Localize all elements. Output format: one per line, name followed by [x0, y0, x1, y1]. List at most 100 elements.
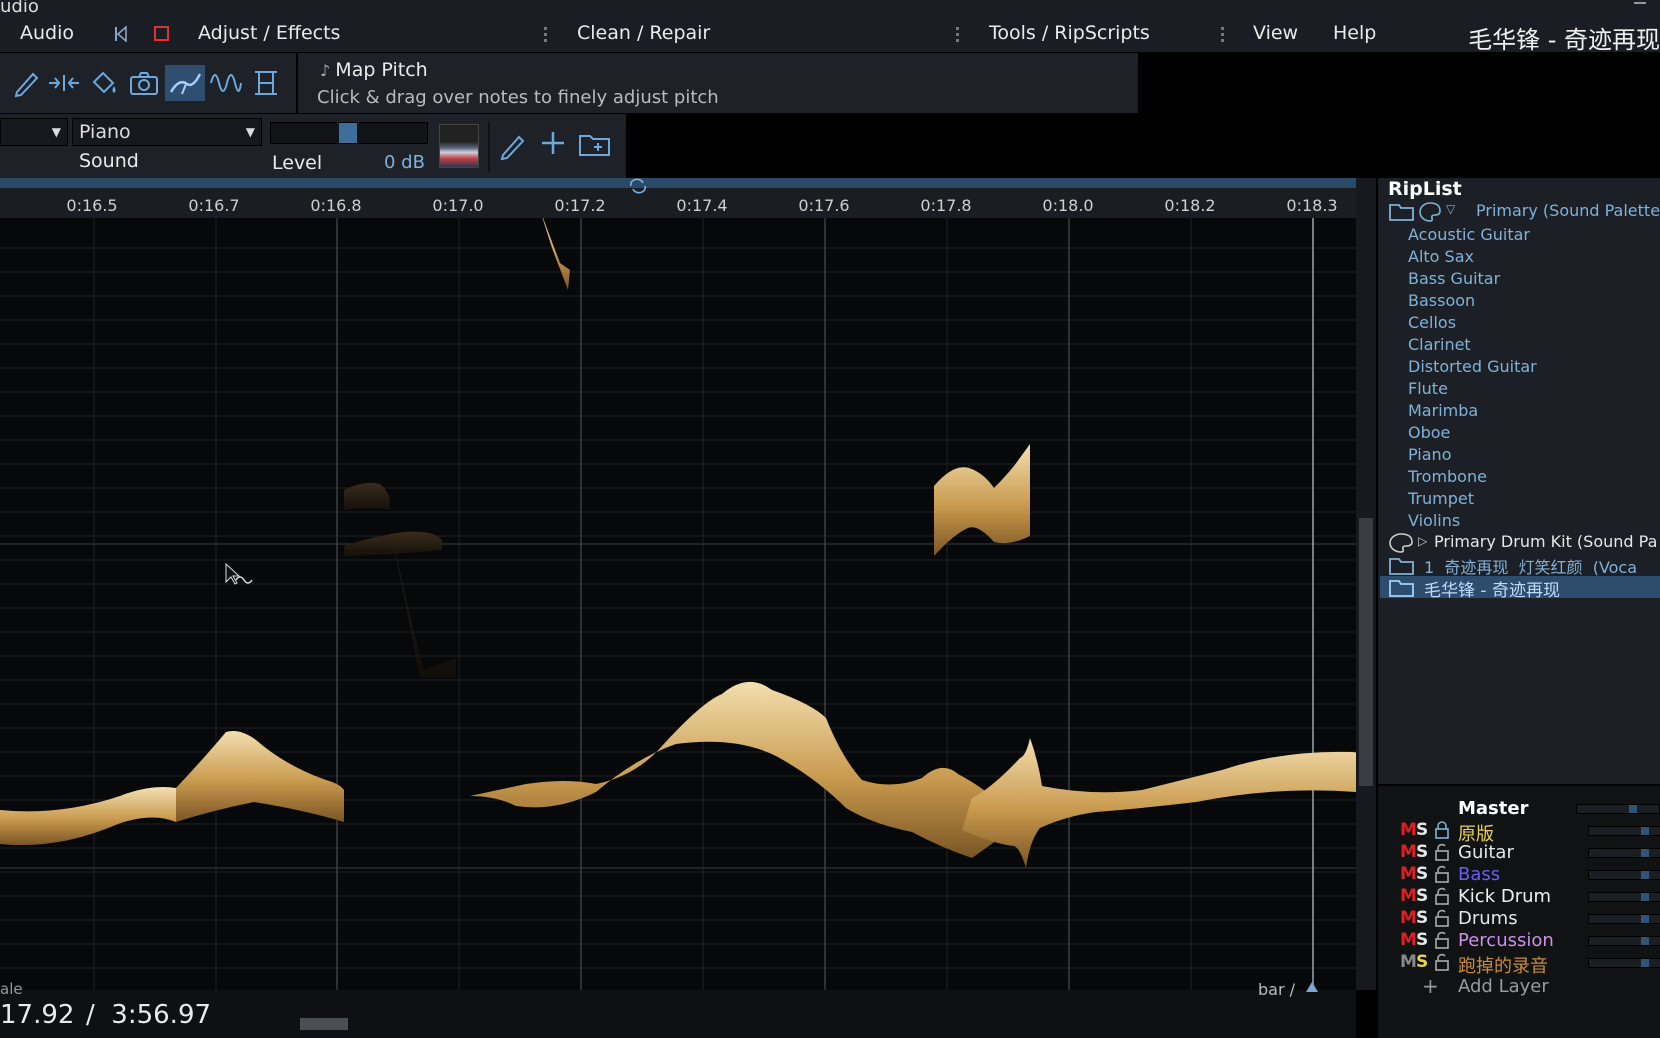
- folder-add-icon[interactable]: [578, 130, 612, 162]
- add-layer-icon[interactable]: +: [1422, 974, 1439, 998]
- add-icon[interactable]: [540, 130, 566, 160]
- unlock-icon[interactable]: [1434, 909, 1450, 931]
- collapse-icon[interactable]: ▽: [1446, 202, 1455, 216]
- mute-button[interactable]: M: [1400, 886, 1417, 906]
- level-label: Level: [272, 152, 323, 174]
- unlock-icon[interactable]: [1434, 843, 1450, 865]
- mute-button[interactable]: M: [1400, 930, 1417, 950]
- unlock-icon[interactable]: [1434, 887, 1450, 909]
- primary-sound-palette[interactable]: Primary (Sound Palette: [1476, 201, 1660, 220]
- tick-label: 0:16.5: [66, 196, 118, 215]
- vertical-scrollbar[interactable]: [1356, 178, 1376, 990]
- expand-icon[interactable]: ▷: [1418, 534, 1427, 548]
- menu-adjust-effects[interactable]: Adjust / Effects: [198, 22, 340, 44]
- layer-meter: [1588, 848, 1660, 858]
- layer-name[interactable]: Kick Drum: [1458, 886, 1551, 907]
- list-item[interactable]: Piano: [1408, 445, 1451, 464]
- horizontal-scroll-thumb[interactable]: [300, 1018, 348, 1030]
- layer-name[interactable]: Drums: [1458, 908, 1518, 929]
- list-item[interactable]: Marimba: [1408, 401, 1478, 420]
- list-item[interactable]: Alto Sax: [1408, 247, 1474, 266]
- solo-button[interactable]: S: [1416, 864, 1428, 884]
- stop-icon[interactable]: [154, 26, 169, 41]
- bar-label: bar /: [1258, 980, 1296, 999]
- tick-label: 0:18.2: [1164, 196, 1216, 215]
- list-item[interactable]: Clarinet: [1408, 335, 1471, 354]
- list-item[interactable]: Cellos: [1408, 313, 1456, 332]
- tick-label: 0:18.3: [1286, 196, 1338, 215]
- vertical-scroll-thumb[interactable]: [1359, 518, 1373, 786]
- mute-button[interactable]: M: [1400, 952, 1417, 972]
- master-meter: [1576, 804, 1660, 814]
- paint-bucket-icon[interactable]: [86, 65, 122, 101]
- solo-button[interactable]: S: [1416, 930, 1428, 950]
- layer-meter: [1588, 958, 1660, 968]
- solo-button[interactable]: S: [1416, 842, 1428, 862]
- palette-icon[interactable]: [1418, 201, 1442, 227]
- waveform-icon[interactable]: [208, 65, 244, 101]
- menu-audio[interactable]: Audio: [20, 22, 74, 44]
- menu-clean-repair[interactable]: Clean / Repair: [577, 22, 710, 44]
- list-item[interactable]: Oboe: [1408, 423, 1450, 442]
- list-item[interactable]: Violins: [1408, 511, 1460, 530]
- folder-open-icon[interactable]: [1388, 202, 1416, 226]
- vocal-layer-group[interactable]: 1 奇迹再现 灯笑红颜 (Voca: [1424, 554, 1637, 578]
- add-layer-button[interactable]: Add Layer: [1458, 976, 1549, 997]
- skip-back-icon[interactable]: [114, 25, 128, 46]
- list-item[interactable]: Bassoon: [1408, 291, 1475, 310]
- tool-palette: [0, 53, 298, 113]
- prev-dropdown[interactable]: ▼: [0, 118, 68, 146]
- loop-bar[interactable]: [0, 178, 1356, 188]
- edit-pencil-icon[interactable]: [498, 130, 528, 164]
- menu-help[interactable]: Help: [1333, 22, 1376, 44]
- level-slider-handle[interactable]: [339, 123, 357, 143]
- mixer-row: M S Bass: [1388, 864, 1660, 886]
- mute-button[interactable]: M: [1400, 864, 1417, 884]
- folder-icon: [1388, 578, 1416, 602]
- layer-name[interactable]: 跑掉的录音: [1458, 952, 1548, 978]
- level-slider[interactable]: [270, 122, 428, 144]
- list-item[interactable]: Trumpet: [1408, 489, 1474, 508]
- playhead-marker-icon[interactable]: [1306, 982, 1318, 992]
- unlock-icon[interactable]: [1434, 931, 1450, 953]
- note-blobs[interactable]: [0, 218, 1356, 990]
- primary-drum-kit[interactable]: Primary Drum Kit (Sound Pa: [1434, 532, 1657, 551]
- unlock-icon[interactable]: [1434, 953, 1450, 975]
- scale-label: ale: [0, 980, 23, 998]
- solo-button[interactable]: S: [1416, 908, 1428, 928]
- loop-icon[interactable]: [627, 178, 649, 198]
- tool-name: ♪ Map Pitch: [320, 59, 428, 81]
- pencil-icon[interactable]: [8, 65, 44, 101]
- sound-preview-thumbnail[interactable]: [439, 124, 479, 168]
- list-item[interactable]: Distorted Guitar: [1408, 357, 1537, 376]
- current-time: 17.92: [0, 1000, 75, 1030]
- list-item[interactable]: Acoustic Guitar: [1408, 225, 1530, 244]
- menu-tools-ripscripts[interactable]: Tools / RipScripts: [989, 22, 1150, 44]
- mute-button[interactable]: M: [1400, 908, 1417, 928]
- pitch-editor-grid[interactable]: [0, 218, 1356, 990]
- tick-label: 0:16.7: [188, 196, 240, 215]
- list-item[interactable]: Trombone: [1408, 467, 1487, 486]
- minimize-icon[interactable]: [1634, 2, 1646, 4]
- mute-button[interactable]: M: [1400, 842, 1417, 862]
- list-item[interactable]: Flute: [1408, 379, 1448, 398]
- list-item[interactable]: Bass Guitar: [1408, 269, 1500, 288]
- layer-name[interactable]: Bass: [1458, 864, 1500, 885]
- mute-button[interactable]: M: [1400, 820, 1417, 840]
- solo-button[interactable]: S: [1416, 952, 1428, 972]
- layer-name[interactable]: Percussion: [1458, 930, 1554, 951]
- drum-palette-icon[interactable]: [1388, 532, 1414, 558]
- instrument-value: Piano: [79, 121, 131, 143]
- unlock-icon[interactable]: [1434, 865, 1450, 887]
- map-pitch-icon[interactable]: [165, 65, 205, 101]
- layer-name[interactable]: Guitar: [1458, 842, 1514, 863]
- camera-icon[interactable]: [126, 65, 162, 101]
- solo-button[interactable]: S: [1416, 820, 1428, 840]
- menu-view[interactable]: View: [1253, 22, 1298, 44]
- harmony-icon[interactable]: [248, 65, 284, 101]
- solo-button[interactable]: S: [1416, 886, 1428, 906]
- time-stretch-icon[interactable]: [46, 65, 82, 101]
- selected-row[interactable]: 毛华锋 - 奇迹再现: [1380, 576, 1660, 601]
- instrument-select[interactable]: Piano ▼: [72, 118, 262, 146]
- lock-icon[interactable]: [1434, 821, 1450, 843]
